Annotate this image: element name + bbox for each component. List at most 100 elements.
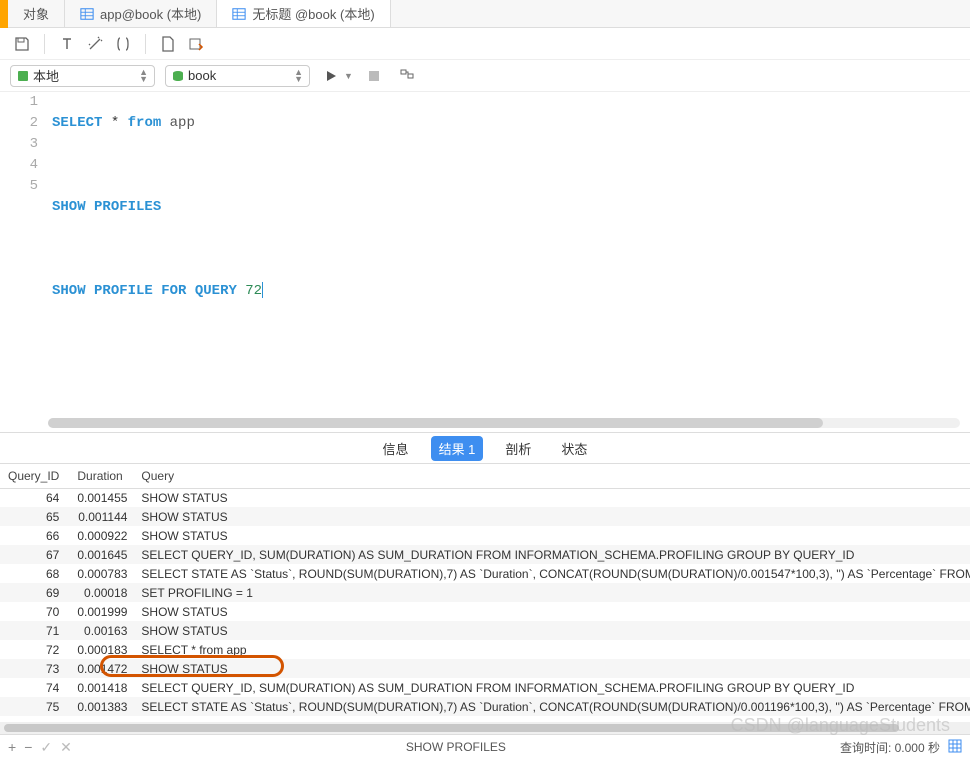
stop-button[interactable] xyxy=(363,65,385,87)
cell-queryid[interactable]: 75 xyxy=(0,697,69,716)
export-button[interactable] xyxy=(184,32,208,56)
table-row[interactable]: 700.001999SHOW STATUS xyxy=(0,602,970,621)
cell-duration[interactable]: 0.000183 xyxy=(69,640,133,659)
table-horizontal-scrollbar[interactable] xyxy=(0,722,970,734)
cell-query[interactable]: SHOW STATUS xyxy=(133,526,970,545)
cell-query[interactable]: SELECT QUERY_ID, SUM(DURATION) AS SUM_DU… xyxy=(133,545,970,564)
tab-profile[interactable]: 剖析 xyxy=(497,436,539,461)
table-row[interactable]: 660.000922SHOW STATUS xyxy=(0,526,970,545)
cell-queryid[interactable]: 74 xyxy=(0,678,69,697)
sql-editor[interactable]: 1 2 3 4 5 SELECT * from app SHOW PROFILE… xyxy=(0,92,970,432)
grid-icon xyxy=(948,739,962,753)
cell-duration[interactable]: 0.001645 xyxy=(69,545,133,564)
tab-label: 对象 xyxy=(23,4,49,23)
cell-duration[interactable]: 0.000783 xyxy=(69,564,133,583)
apply-button[interactable]: ✓ xyxy=(40,739,52,756)
database-value: book xyxy=(188,68,216,83)
cell-queryid[interactable]: 64 xyxy=(0,488,69,507)
tab-info[interactable]: 信息 xyxy=(375,436,417,461)
tab-status[interactable]: 状态 xyxy=(553,436,595,461)
cell-queryid[interactable]: 66 xyxy=(0,526,69,545)
cell-query[interactable]: SELECT * from app xyxy=(133,640,970,659)
cell-duration[interactable]: 0.00018 xyxy=(69,583,133,602)
table-row[interactable]: 720.000183SELECT * from app xyxy=(0,640,970,659)
scrollbar-thumb[interactable] xyxy=(48,418,823,428)
cell-queryid[interactable]: 68 xyxy=(0,564,69,583)
cell-duration[interactable]: 0.001383 xyxy=(69,697,133,716)
cell-query[interactable]: SELECT STATE AS `Status`, ROUND(SUM(DURA… xyxy=(133,697,970,716)
connection-dropdown[interactable]: 本地 ▲▼ xyxy=(10,65,155,87)
cancel-button[interactable]: ✕ xyxy=(60,739,72,756)
tab-objects[interactable]: 对象 xyxy=(8,0,65,27)
table-row[interactable]: 670.001645SELECT QUERY_ID, SUM(DURATION)… xyxy=(0,545,970,564)
table-row[interactable]: 690.00018SET PROFILING = 1 xyxy=(0,583,970,602)
table-row[interactable]: 710.00163SHOW STATUS xyxy=(0,621,970,640)
beautify-button[interactable] xyxy=(83,32,107,56)
cell-queryid[interactable]: 73 xyxy=(0,659,69,678)
add-row-button[interactable]: + xyxy=(8,739,16,755)
cell-queryid[interactable]: 71 xyxy=(0,621,69,640)
cell-duration[interactable]: 0.001144 xyxy=(69,507,133,526)
cell-duration[interactable]: 0.001472 xyxy=(69,659,133,678)
line-gutter: 1 2 3 4 5 xyxy=(0,92,46,432)
result-table-container[interactable]: Query_ID Duration Query 640.001455SHOW S… xyxy=(0,464,970,722)
cell-query[interactable]: SHOW STATUS xyxy=(133,602,970,621)
cell-duration[interactable]: 0.00163 xyxy=(69,621,133,640)
run-button[interactable] xyxy=(320,65,342,87)
brackets-button[interactable] xyxy=(111,32,135,56)
table-row[interactable]: 680.000783SELECT STATE AS `Status`, ROUN… xyxy=(0,564,970,583)
tab-untitled[interactable]: 无标题 @book (本地) xyxy=(217,0,390,27)
line-number: 5 xyxy=(0,176,38,197)
cell-duration[interactable]: 0.000922 xyxy=(69,526,133,545)
cell-queryid[interactable]: 65 xyxy=(0,507,69,526)
cell-duration[interactable]: 0.001455 xyxy=(69,488,133,507)
wand-icon xyxy=(87,36,103,52)
table-icon xyxy=(80,7,94,21)
cell-duration[interactable]: 0.001418 xyxy=(69,678,133,697)
text-tool-button[interactable] xyxy=(55,32,79,56)
cell-query[interactable]: SHOW STATUS xyxy=(133,659,970,678)
table-row[interactable]: 750.001383SELECT STATE AS `Status`, ROUN… xyxy=(0,697,970,716)
table-row[interactable]: 730.001472SHOW STATUS xyxy=(0,659,970,678)
database-dropdown[interactable]: book ▲▼ xyxy=(165,65,310,87)
table-row[interactable]: 650.001144SHOW STATUS xyxy=(0,507,970,526)
cell-queryid[interactable]: 70 xyxy=(0,602,69,621)
keyword: SELECT xyxy=(52,115,102,131)
cell-query[interactable]: SHOW STATUS xyxy=(133,507,970,526)
cell-duration[interactable]: 0.001999 xyxy=(69,602,133,621)
col-header-query[interactable]: Query xyxy=(133,464,970,488)
tab-result1[interactable]: 结果 1 xyxy=(431,436,484,461)
cell-queryid[interactable]: 67 xyxy=(0,545,69,564)
code-area[interactable]: SELECT * from app SHOW PROFILES SHOW PRO… xyxy=(46,92,970,432)
cell-query[interactable]: SHOW STATUS xyxy=(133,621,970,640)
save-button[interactable] xyxy=(10,32,34,56)
query-time-label: 查询时间: 0.000 秒 xyxy=(840,739,940,756)
dropdown-arrow-icon[interactable]: ▼ xyxy=(344,71,353,81)
explain-button[interactable] xyxy=(395,64,419,88)
col-header-queryid[interactable]: Query_ID xyxy=(0,464,69,488)
keyword: PROFILE xyxy=(94,283,153,299)
horizontal-scrollbar[interactable] xyxy=(48,418,960,428)
tab-label: 无标题 @book (本地) xyxy=(252,4,374,23)
cell-queryid[interactable]: 69 xyxy=(0,583,69,602)
status-bar: + − ✓ ✕ SHOW PROFILES 查询时间: 0.000 秒 xyxy=(0,734,970,759)
table-row[interactable]: 640.001455SHOW STATUS xyxy=(0,488,970,507)
cell-query[interactable]: SHOW STATUS xyxy=(133,488,970,507)
file-button[interactable] xyxy=(156,32,180,56)
cell-query[interactable]: SELECT STATE AS `Status`, ROUND(SUM(DURA… xyxy=(133,564,970,583)
cell-query[interactable]: SELECT QUERY_ID, SUM(DURATION) AS SUM_DU… xyxy=(133,678,970,697)
dropdown-arrows-icon: ▲▼ xyxy=(294,69,303,83)
table-row[interactable]: 740.001418SELECT QUERY_ID, SUM(DURATION)… xyxy=(0,678,970,697)
tab-app-book[interactable]: app@book (本地) xyxy=(65,0,217,27)
cell-queryid[interactable]: 72 xyxy=(0,640,69,659)
line-number: 4 xyxy=(0,155,38,176)
delete-row-button[interactable]: − xyxy=(24,739,32,755)
status-right: 查询时间: 0.000 秒 xyxy=(840,739,962,756)
grid-view-button[interactable] xyxy=(948,739,962,756)
save-icon xyxy=(14,36,30,52)
col-header-duration[interactable]: Duration xyxy=(69,464,133,488)
number: 72 xyxy=(245,283,262,299)
scrollbar-thumb[interactable] xyxy=(4,724,899,732)
file-tabs: 对象 app@book (本地) 无标题 @book (本地) xyxy=(0,0,970,28)
cell-query[interactable]: SET PROFILING = 1 xyxy=(133,583,970,602)
